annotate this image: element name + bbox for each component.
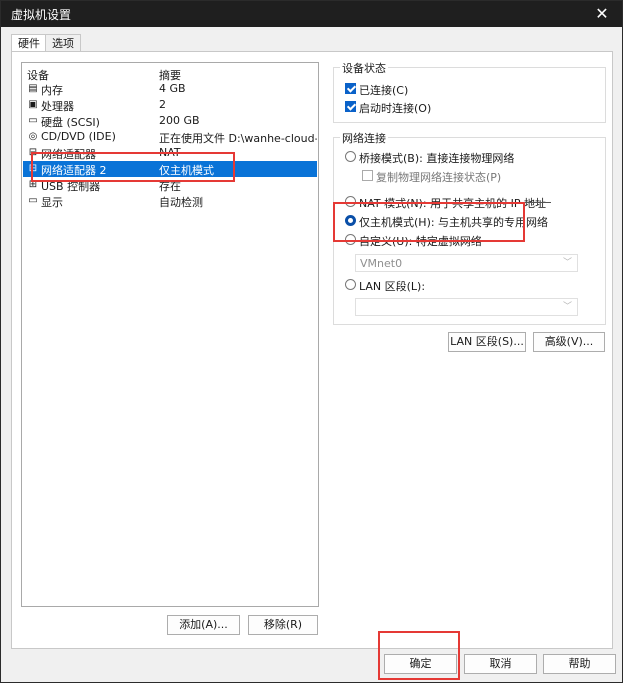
checkbox-checked-icon [345, 101, 356, 112]
device-summary: 4 GB [159, 82, 186, 95]
add-device-button[interactable]: 添加(A)... [167, 615, 240, 635]
remove-device-button[interactable]: 移除(R) [248, 615, 318, 635]
device-name: 内存 [41, 84, 63, 97]
device-status-title: 设备状态 [340, 60, 388, 76]
memory-icon: ▤ [28, 83, 38, 94]
window-title: 虚拟机设置 [11, 8, 72, 22]
device-summary: 存在 [159, 180, 181, 193]
device-summary: 仅主机模式 [159, 164, 214, 177]
device-row-network-adapter-2[interactable]: ⊟ 网络适配器 2 仅主机模式 [23, 161, 317, 177]
radio-unchecked-icon [345, 234, 356, 245]
device-row-usb-controller[interactable]: ⊞ USB 控制器 存在 [23, 177, 317, 193]
nat-label: NAT 模式(N): 用于共享主机的 IP 地址 [359, 197, 546, 210]
device-summary: 自动检测 [159, 196, 203, 209]
device-list: 设备 摘要 ▤ 内存 4 GB ▣ 处理器 2 ▭ 硬盘 (SCSI) 200 … [21, 62, 319, 607]
chevron-down-icon: ﹀ [562, 258, 572, 268]
bridged-label: 桥接模式(B): 直接连接物理网络 [359, 152, 515, 165]
cancel-button[interactable]: 取消 [464, 654, 537, 674]
device-row-network-adapter[interactable]: ⊟ 网络适配器 NAT [23, 145, 317, 161]
checkbox-unchecked-icon [362, 170, 373, 181]
device-summary: 正在使用文件 D:\wanhe-cloud-... [159, 132, 317, 145]
lan-segment-select[interactable]: ﹀ [355, 298, 578, 316]
device-name: 处理器 [41, 100, 74, 113]
device-summary: 200 GB [159, 114, 200, 127]
vmnet-value: VMnet0 [360, 257, 403, 270]
checkbox-checked-icon [345, 83, 356, 94]
advanced-button[interactable]: 高级(V)... [533, 332, 605, 352]
device-row-harddisk[interactable]: ▭ 硬盘 (SCSI) 200 GB [23, 113, 317, 129]
device-name: USB 控制器 [41, 180, 101, 193]
device-row-processor[interactable]: ▣ 处理器 2 [23, 97, 317, 113]
close-icon[interactable]: ✕ [582, 1, 622, 27]
vmnet-select[interactable]: VMnet0 ﹀ [355, 254, 578, 272]
device-list-header: 设备 摘要 [22, 63, 318, 82]
lan-segments-button[interactable]: LAN 区段(S)... [448, 332, 526, 352]
vm-settings-window: 虚拟机设置 ✕ 硬件 选项 设备 摘要 ▤ 内存 4 GB ▣ 处理器 2 ▭ … [0, 0, 623, 683]
help-button[interactable]: 帮助 [543, 654, 616, 674]
connected-label: 已连接(C) [359, 84, 409, 97]
chevron-down-icon: ﹀ [562, 302, 572, 312]
processor-icon: ▣ [28, 99, 38, 110]
lan-segment-label: LAN 区段(L): [359, 280, 426, 293]
radio-unchecked-icon [345, 196, 356, 207]
network-connection-title: 网络连接 [340, 130, 388, 146]
custom-network-label: 自定义(U): 特定虚拟网络 [359, 235, 482, 248]
radio-checked-icon [345, 215, 356, 226]
device-name: 硬盘 (SCSI) [41, 116, 100, 129]
network-connection-group: 网络连接 桥接模式(B): 直接连接物理网络 复制物理网络连接状态(P) NAT… [333, 130, 606, 325]
device-summary: NAT [159, 146, 181, 159]
radio-unchecked-icon [345, 279, 356, 290]
ok-button[interactable]: 确定 [384, 654, 457, 674]
device-row-cdrom[interactable]: ◎ CD/DVD (IDE) 正在使用文件 D:\wanhe-cloud-... [23, 129, 317, 145]
hardware-panel: 设备 摘要 ▤ 内存 4 GB ▣ 处理器 2 ▭ 硬盘 (SCSI) 200 … [11, 51, 613, 649]
device-name: CD/DVD (IDE) [41, 130, 116, 143]
network-adapter-icon: ⊟ [28, 147, 38, 158]
cdrom-icon: ◎ [28, 131, 38, 142]
nat-strike-line [356, 202, 551, 203]
device-name: 网络适配器 [41, 148, 96, 161]
device-name: 显示 [41, 196, 63, 209]
device-status-group: 设备状态 已连接(C) 启动时连接(O) [333, 60, 606, 123]
connect-on-start-label: 启动时连接(O) [359, 102, 432, 115]
usb-icon: ⊞ [28, 179, 38, 190]
display-icon: ▭ [28, 195, 38, 206]
device-row-memory[interactable]: ▤ 内存 4 GB [23, 81, 317, 97]
network-adapter-icon: ⊟ [28, 163, 38, 174]
title-bar: 虚拟机设置 ✕ [1, 1, 622, 27]
device-row-display[interactable]: ▭ 显示 自动检测 [23, 193, 317, 209]
radio-unchecked-icon [345, 151, 356, 162]
host-only-label: 仅主机模式(H): 与主机共享的专用网络 [359, 216, 549, 229]
custom-strike-line [356, 240, 486, 241]
device-summary: 2 [159, 98, 166, 111]
harddisk-icon: ▭ [28, 115, 38, 126]
replicate-state-label: 复制物理网络连接状态(P) [376, 171, 502, 184]
tab-options[interactable]: 选项 [45, 34, 81, 52]
device-name: 网络适配器 2 [41, 164, 107, 177]
